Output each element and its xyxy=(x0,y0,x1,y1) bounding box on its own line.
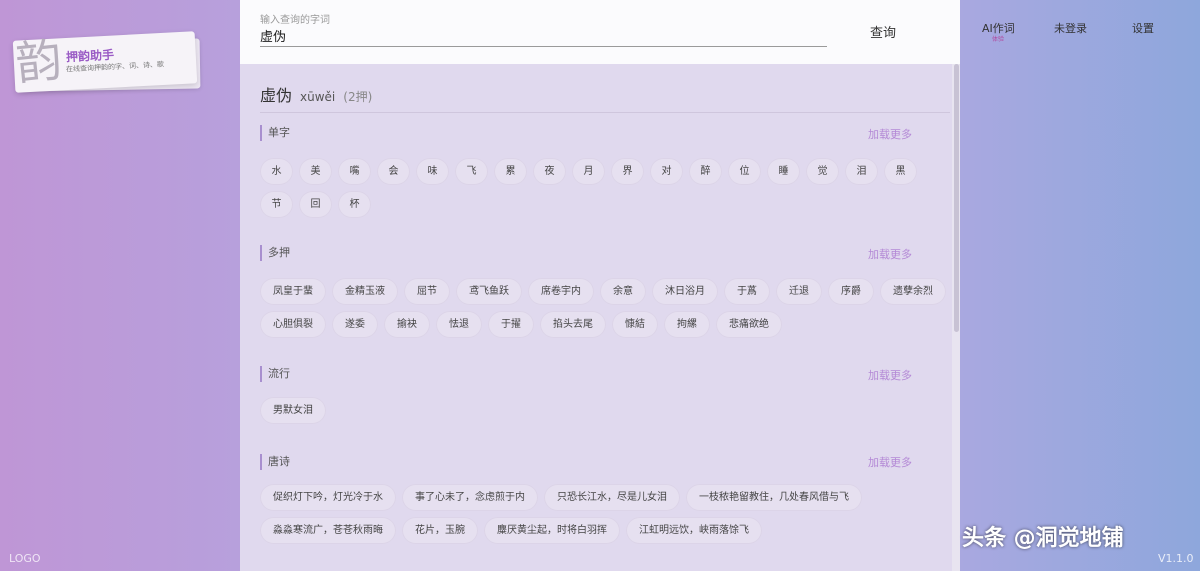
ai-badge: 体验 xyxy=(992,36,1005,43)
search-button[interactable]: 查询 xyxy=(870,22,896,41)
rhyme-chip[interactable]: 拘縲 xyxy=(664,311,710,338)
logo-text: LOGO xyxy=(9,552,41,565)
load-more-link[interactable]: 加载更多 xyxy=(868,246,912,262)
result-word: 虚伪 xyxy=(260,86,293,105)
divider xyxy=(260,112,950,113)
rhyme-chip[interactable]: 美 xyxy=(299,158,332,185)
brand-logo-icon: 韵 xyxy=(13,32,65,91)
rhyme-chip[interactable]: 沐日浴月 xyxy=(652,278,718,305)
load-more-link[interactable]: 加载更多 xyxy=(868,126,912,142)
section-title: 唐诗 xyxy=(260,454,290,470)
rhyme-chip[interactable]: 月 xyxy=(572,158,605,185)
rhyme-chip[interactable]: 事了心未了，念虑煎于内 xyxy=(402,484,538,511)
section-title: 流行 xyxy=(260,366,290,382)
rhyme-chip[interactable]: 夜 xyxy=(533,158,566,185)
rhyme-chip[interactable]: 花片，玉腕 xyxy=(402,517,478,544)
rhyme-chip[interactable]: 悲痛欲绝 xyxy=(716,311,782,338)
rhyme-chip[interactable]: 屈节 xyxy=(404,278,450,305)
rhyme-chip[interactable]: 杯 xyxy=(338,191,371,218)
rhyme-chip[interactable]: 味 xyxy=(416,158,449,185)
rhyme-chip[interactable]: 席卷宇内 xyxy=(528,278,594,305)
rhyme-chip[interactable]: 遂委 xyxy=(332,311,378,338)
result-header: 虚伪 xūwěi (2押) xyxy=(260,82,372,106)
rhyme-chip[interactable]: 泪 xyxy=(845,158,878,185)
settings-button[interactable]: 设置 xyxy=(1132,20,1154,36)
rhyme-chip[interactable]: 于擢 xyxy=(488,311,534,338)
rhyme-chip[interactable]: 鸢飞鱼跃 xyxy=(456,278,522,305)
search-bar: 输入查询的字词 查询 xyxy=(240,0,960,64)
search-input[interactable] xyxy=(260,25,827,47)
rhyme-chip[interactable]: 怯退 xyxy=(436,311,482,338)
rhyme-chip[interactable]: 对 xyxy=(650,158,683,185)
load-more-link[interactable]: 加载更多 xyxy=(868,367,912,383)
rhyme-chip[interactable]: 男默女泪 xyxy=(260,397,326,424)
rhyme-chip[interactable]: 醉 xyxy=(689,158,722,185)
rhyme-chip[interactable]: 飞 xyxy=(455,158,488,185)
section-chips: 水美嘴会味飞累夜月界对醉位睡觉泪黑节回杯 xyxy=(260,158,950,218)
rhyme-chip[interactable]: 慷結 xyxy=(612,311,658,338)
rhyme-chip[interactable]: 麋厌黄尘起，时将白羽挥 xyxy=(484,517,620,544)
rhyme-chip[interactable]: 余意 xyxy=(600,278,646,305)
rhyme-chip[interactable]: 节 xyxy=(260,191,293,218)
rhyme-chip[interactable]: 睡 xyxy=(767,158,800,185)
rhyme-chip[interactable]: 揄袂 xyxy=(384,311,430,338)
load-more-link[interactable]: 加载更多 xyxy=(868,454,912,470)
rhyme-chip[interactable]: 位 xyxy=(728,158,761,185)
section-chips: 男默女泪 xyxy=(260,397,950,424)
search-label: 输入查询的字词 xyxy=(260,15,330,26)
section-title: 单字 xyxy=(260,125,290,141)
top-menu xyxy=(960,0,1200,571)
rhyme-chip[interactable]: 遗孽余烈 xyxy=(880,278,946,305)
rhyme-chip[interactable]: 于蔿 xyxy=(724,278,770,305)
rhyme-chip[interactable]: 凤皇于蜚 xyxy=(260,278,326,305)
results-panel: 虚伪 xūwěi (2押) 单字 加载更多 水美嘴会味飞累夜月界对醉位睡觉泪黑节… xyxy=(240,64,960,571)
rhyme-chip[interactable]: 迁退 xyxy=(776,278,822,305)
result-count: (2押) xyxy=(343,90,373,104)
watermark: 头条 @洞觉地铺 xyxy=(962,526,1124,551)
section-title: 多押 xyxy=(260,245,290,261)
result-pinyin: xūwěi xyxy=(300,90,336,104)
rhyme-chip[interactable]: 会 xyxy=(377,158,410,185)
rhyme-chip[interactable]: 累 xyxy=(494,158,527,185)
scrollbar-thumb[interactable] xyxy=(954,64,959,332)
rhyme-chip[interactable]: 回 xyxy=(299,191,332,218)
rhyme-chip[interactable]: 嘴 xyxy=(338,158,371,185)
rhyme-chip[interactable]: 觉 xyxy=(806,158,839,185)
rhyme-chip[interactable]: 一枝秾艳留教住，几处春风借与飞 xyxy=(686,484,862,511)
rhyme-chip[interactable]: 心胆俱裂 xyxy=(260,311,326,338)
version-label: V1.1.0 xyxy=(1158,552,1194,565)
rhyme-chip[interactable]: 金精玉液 xyxy=(332,278,398,305)
rhyme-chip[interactable]: 水 xyxy=(260,158,293,185)
rhyme-chip[interactable]: 淼淼寒流广，苍苍秋雨晦 xyxy=(260,517,396,544)
login-button[interactable]: 未登录 xyxy=(1054,20,1087,36)
rhyme-chip[interactable]: 序爵 xyxy=(828,278,874,305)
rhyme-chip[interactable]: 界 xyxy=(611,158,644,185)
section-chips: 凤皇于蜚 金精玉液 屈节 鸢飞鱼跃 席卷宇内 余意 沐日浴月 于蔿 迁退 序爵 遗孽余烈心胆俱裂 遂委… xyxy=(260,278,950,338)
rhyme-chip[interactable]: 黑 xyxy=(884,158,917,185)
main-content: 输入查询的字词 查询 虚伪 xūwěi (2押) 单字 加载更多 水美嘴会味飞累… xyxy=(240,0,960,571)
rhyme-chip[interactable]: 江虹明远饮，峡雨落馀飞 xyxy=(626,517,762,544)
section-chips: 促织灯下吟，灯光冷于水 事了心未了，念虑煎于内 只恐长江水，尽是儿女泪 一枝秾艳留教住… xyxy=(260,484,950,544)
rhyme-chip[interactable]: 促织灯下吟，灯光冷于水 xyxy=(260,484,396,511)
rhyme-chip[interactable]: 掐头去尾 xyxy=(540,311,606,338)
rhyme-chip[interactable]: 只恐长江水，尽是儿女泪 xyxy=(544,484,680,511)
